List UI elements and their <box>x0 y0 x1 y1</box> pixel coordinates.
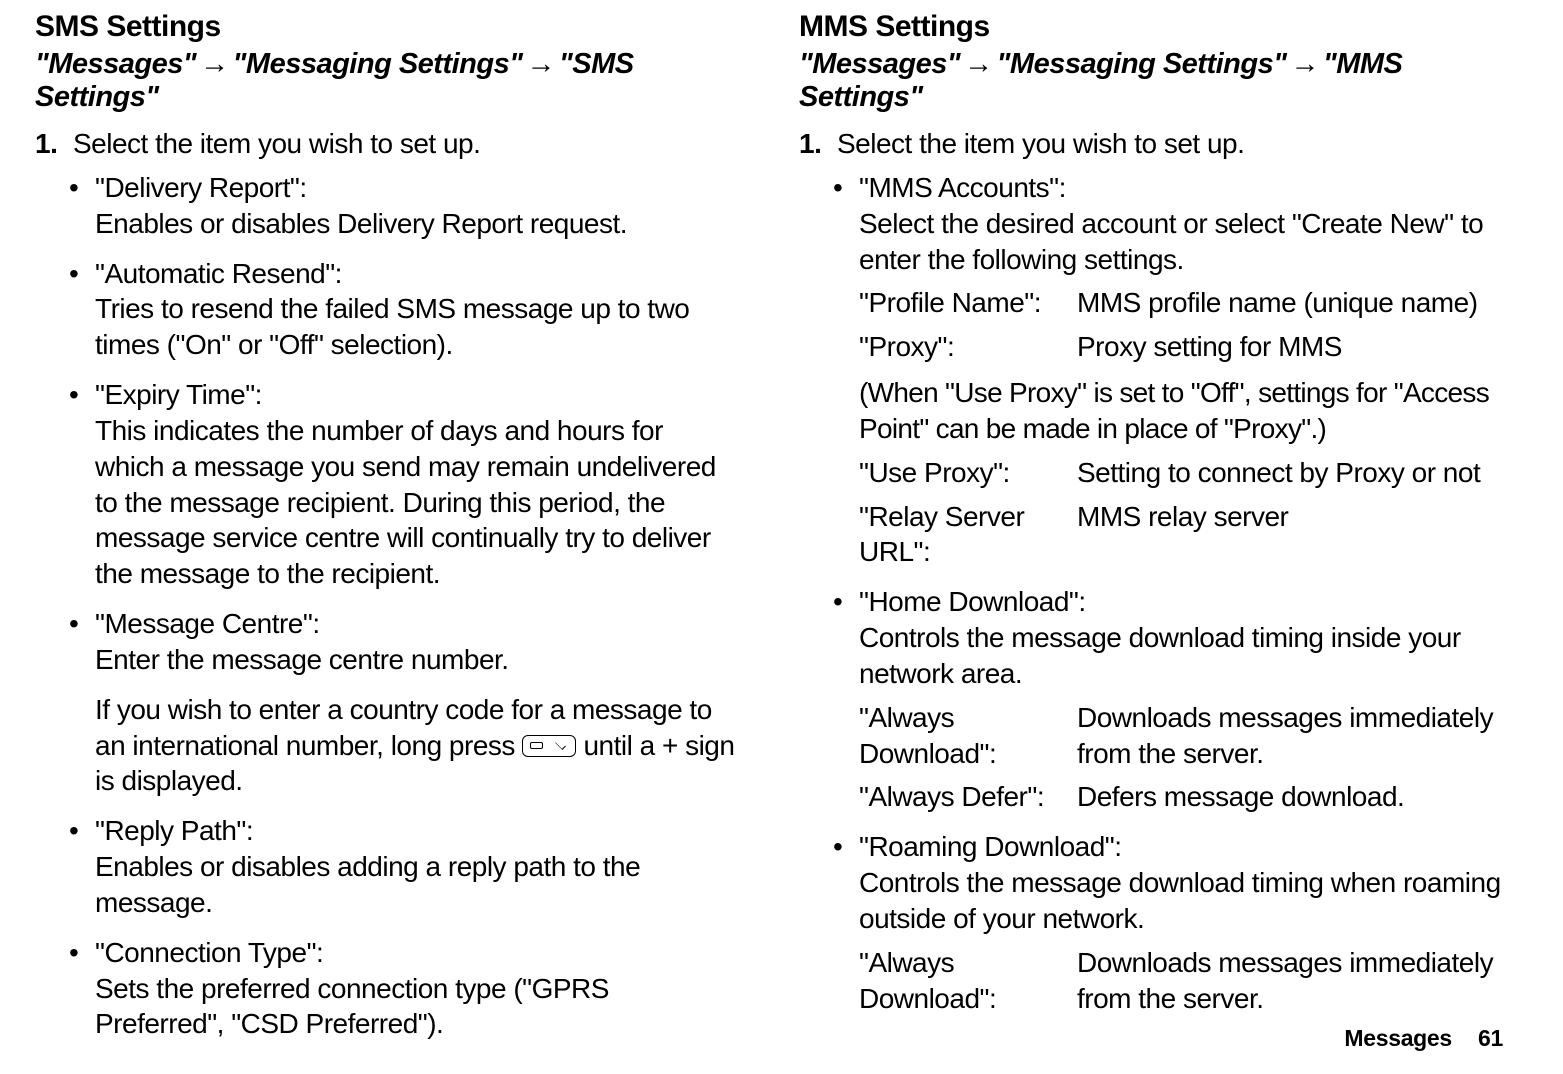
bullet-desc: Sets the preferred connection type ("GPR… <box>95 971 739 1043</box>
bullet-extra: If you wish to enter a country code for … <box>95 692 739 799</box>
proxy-note: (When "Use Proxy" is set to "Off", setti… <box>859 375 1503 447</box>
sms-bullet-list: "Delivery Report": Enables or disables D… <box>69 170 739 1042</box>
list-item: "Message Centre": Enter the message cent… <box>69 606 739 799</box>
bullet-desc: Enter the message centre number. <box>95 642 739 678</box>
def-label: "Relay Server URL": <box>859 499 1077 571</box>
crumb-messages: "Messages" <box>35 48 196 80</box>
def-label: "Always Download": <box>859 700 1077 772</box>
bullet-title: "Automatic Resend": <box>95 256 739 292</box>
def-label: "Profile Name": <box>859 285 1077 321</box>
crumb-messaging-settings: "Messaging Settings" <box>233 48 523 80</box>
mms-breadcrumb: "Messages"→"Messaging Settings"→"MMS Set… <box>799 48 1503 114</box>
definition-row: "Always Download": Downloads messages im… <box>859 700 1503 772</box>
definition-row: "Profile Name": MMS profile name (unique… <box>859 285 1503 321</box>
list-item: "MMS Accounts": Select the desired accou… <box>833 170 1503 570</box>
step-text: Select the item you wish to set up. <box>73 128 480 160</box>
def-value: Downloads messages immediately from the … <box>1077 945 1503 1017</box>
bullet-title: "Home Download": <box>859 584 1503 620</box>
def-label: "Proxy": <box>859 329 1077 365</box>
list-item: "Roaming Download": Controls the message… <box>833 829 1503 1016</box>
step-text: Select the item you wish to set up. <box>837 128 1244 160</box>
def-value: MMS relay server <box>1077 499 1503 571</box>
def-value: Setting to connect by Proxy or not <box>1077 455 1503 491</box>
def-value: MMS profile name (unique name) <box>1077 285 1503 321</box>
bullet-title: "Roaming Download": <box>859 829 1503 865</box>
bullet-title: "Message Centre": <box>95 606 739 642</box>
bullet-title: "Connection Type": <box>95 935 739 971</box>
def-label: "Use Proxy": <box>859 455 1077 491</box>
crumb-messaging-settings: "Messaging Settings" <box>997 48 1287 80</box>
def-value: Defers message download. <box>1077 779 1503 815</box>
left-column: SMS Settings "Messages"→"Messaging Setti… <box>35 10 739 1074</box>
bullet-desc: Tries to resend the failed SMS message u… <box>95 291 739 363</box>
bullet-desc: Controls the message download timing ins… <box>859 620 1503 692</box>
list-item: "Home Download": Controls the message do… <box>833 584 1503 815</box>
def-value: Downloads messages immediately from the … <box>1077 700 1503 772</box>
list-item: "Connection Type": Sets the preferred co… <box>69 935 739 1042</box>
bullet-desc: Enables or disables Delivery Report requ… <box>95 206 739 242</box>
definition-row: "Use Proxy": Setting to connect by Proxy… <box>859 455 1503 491</box>
def-label: "Always Defer": <box>859 779 1077 815</box>
sms-breadcrumb: "Messages"→"Messaging Settings"→"SMS Set… <box>35 48 739 114</box>
bullet-title: "MMS Accounts": <box>859 170 1503 206</box>
mms-step-1: 1. Select the item you wish to set up. <box>799 128 1503 160</box>
bullet-desc: Enables or disables adding a reply path … <box>95 849 739 921</box>
arrow-icon: → <box>960 48 997 80</box>
bullet-title: "Reply Path": <box>95 813 739 849</box>
bullet-title: "Delivery Report": <box>95 170 739 206</box>
arrow-icon: → <box>196 48 233 80</box>
bullet-desc: Controls the message download timing whe… <box>859 865 1503 937</box>
list-item: "Expiry Time": This indicates the number… <box>69 377 739 592</box>
crumb-messages: "Messages" <box>799 48 960 80</box>
right-column: MMS Settings "Messages"→"Messaging Setti… <box>799 10 1503 1074</box>
def-label: "Always Download": <box>859 945 1077 1017</box>
definition-row: "Relay Server URL": MMS relay server <box>859 499 1503 571</box>
list-item: "Automatic Resend": Tries to resend the … <box>69 256 739 363</box>
bullet-title: "Expiry Time": <box>95 377 739 413</box>
definition-row: "Proxy": Proxy setting for MMS <box>859 329 1503 365</box>
step-number: 1. <box>799 128 837 160</box>
page-number: 61 <box>1478 1025 1503 1051</box>
def-value: Proxy setting for MMS <box>1077 329 1503 365</box>
list-item: "Reply Path": Enables or disables adding… <box>69 813 739 920</box>
page-footer: Messages 61 <box>1344 1025 1503 1052</box>
mms-bullet-list: "MMS Accounts": Select the desired accou… <box>833 170 1503 1016</box>
list-item: "Delivery Report": Enables or disables D… <box>69 170 739 242</box>
arrow-icon: → <box>522 48 559 80</box>
sms-settings-heading: SMS Settings <box>35 10 739 44</box>
step-number: 1. <box>35 128 73 160</box>
page-spread: SMS Settings "Messages"→"Messaging Setti… <box>0 0 1563 1074</box>
arrow-icon: → <box>1286 48 1323 80</box>
zero-key-icon <box>522 735 576 757</box>
bullet-desc: Select the desired account or select "Cr… <box>859 206 1503 278</box>
definition-row: "Always Download": Downloads messages im… <box>859 945 1503 1017</box>
sms-step-1: 1. Select the item you wish to set up. <box>35 128 739 160</box>
bullet-desc: This indicates the number of days and ho… <box>95 413 739 592</box>
mms-settings-heading: MMS Settings <box>799 10 1503 44</box>
definition-row: "Always Defer": Defers message download. <box>859 779 1503 815</box>
footer-section: Messages <box>1344 1025 1452 1051</box>
